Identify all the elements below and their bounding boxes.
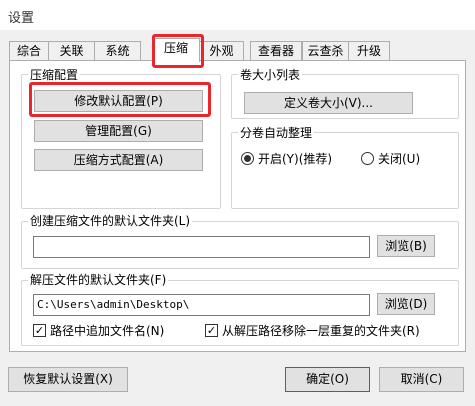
append-filename-label[interactable]: 路径中追加文件名(N)	[50, 324, 164, 338]
volume-auto-arrange-title: 分卷自动整理	[238, 126, 315, 140]
compress-config-title: 压缩配置	[28, 68, 81, 82]
create-folder-browse-button[interactable]: 浏览(B)	[377, 235, 435, 257]
auto-arrange-on-radio[interactable]	[241, 152, 254, 165]
define-volume-size-button[interactable]: 定义卷大小(V)...	[244, 92, 413, 114]
volume-auto-arrange-group	[231, 132, 459, 209]
extract-folder-title: 解压文件的默认文件夹(F)	[28, 273, 169, 287]
title-bar: 设置	[0, 0, 475, 30]
tab-viewer[interactable]: 查看器	[250, 41, 302, 61]
auto-arrange-on-label[interactable]: 开启(Y)(推荐)	[258, 152, 332, 166]
tab-cloud-scan[interactable]: 云查杀	[302, 41, 349, 61]
modify-default-config-button[interactable]: 修改默认配置(P)	[34, 90, 203, 112]
remove-duplicate-folder-checkbox[interactable]: ✓	[205, 324, 218, 337]
cancel-button[interactable]: 取消(C)	[379, 367, 464, 392]
create-archive-folder-input[interactable]	[33, 236, 370, 258]
auto-arrange-off-label[interactable]: 关闭(U)	[378, 152, 420, 166]
dialog-client: 综合 关联 系统 压缩 外观 查看器 云查杀 升级 压缩配置 修改默认配置(P)…	[0, 30, 475, 406]
restore-defaults-button[interactable]: 恢复默认设置(X)	[8, 367, 128, 392]
remove-duplicate-folder-label[interactable]: 从解压路径移除一层重复的文件夹(R)	[222, 324, 420, 338]
volume-size-title: 卷大小列表	[238, 68, 303, 82]
manage-config-button[interactable]: 管理配置(G)	[34, 120, 203, 142]
ok-button[interactable]: 确定(O)	[285, 367, 370, 392]
tab-upgrade[interactable]: 升级	[348, 41, 390, 61]
append-filename-checkbox[interactable]: ✓	[33, 324, 46, 337]
compress-tab-panel: 压缩配置 修改默认配置(P) 管理配置(G) 压缩方式配置(A) 卷大小列表 定…	[9, 60, 466, 352]
extract-folder-browse-button[interactable]: 浏览(D)	[377, 293, 435, 315]
window-title: 设置	[8, 11, 35, 26]
tab-general[interactable]: 综合	[9, 41, 49, 61]
tab-compress[interactable]: 压缩	[152, 38, 200, 62]
compress-method-config-button[interactable]: 压缩方式配置(A)	[34, 149, 203, 171]
create-archive-folder-title: 创建压缩文件的默认文件夹(L)	[28, 214, 193, 228]
extract-folder-input[interactable]: C:\Users\admin\Desktop\	[33, 294, 370, 316]
tab-strip: 综合 关联 系统 压缩 外观 查看器 云查杀 升级	[9, 38, 469, 62]
tab-association[interactable]: 关联	[48, 41, 95, 61]
tab-system[interactable]: 系统	[94, 41, 141, 61]
tab-appearance[interactable]: 外观	[199, 41, 244, 61]
auto-arrange-off-radio[interactable]	[361, 152, 374, 165]
